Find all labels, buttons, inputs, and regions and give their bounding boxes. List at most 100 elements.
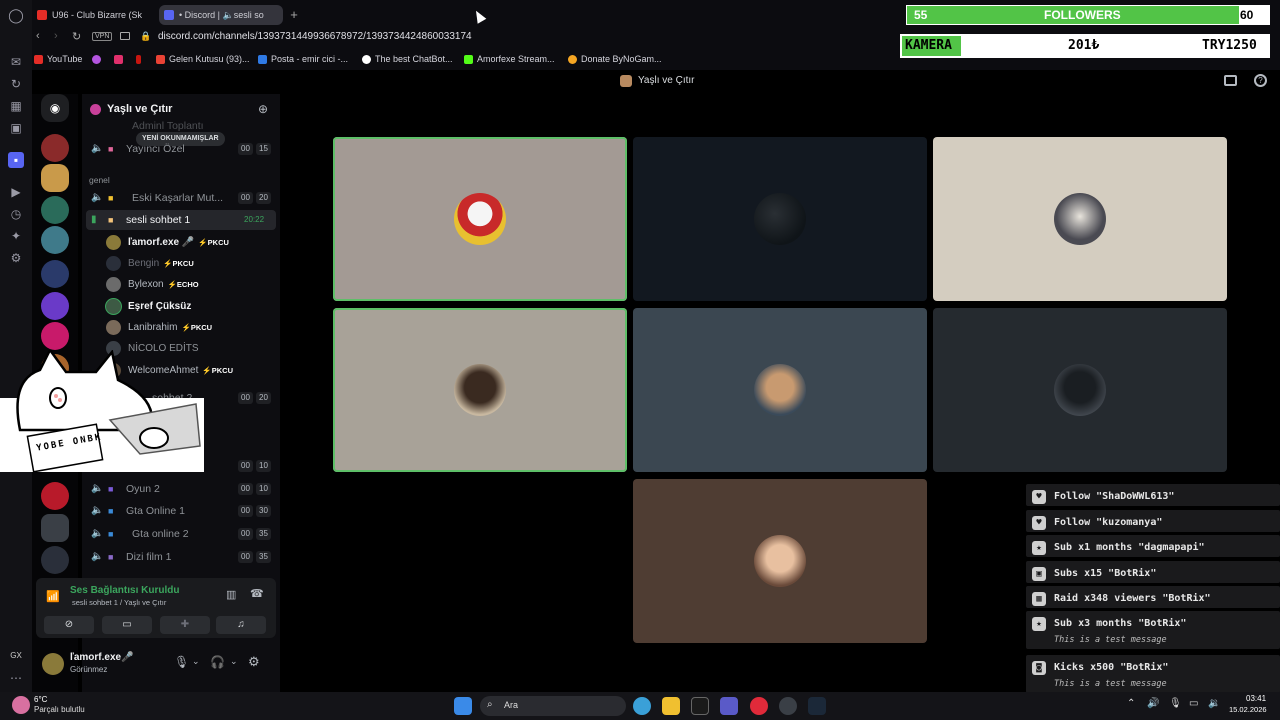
new-tab-button[interactable]: + [286, 5, 302, 25]
steam-overlay-icon[interactable] [779, 697, 797, 715]
tray-expand-icon[interactable]: ⌃ [1127, 698, 1135, 709]
bookmark-chatbot[interactable]: The best ChatBot... [362, 52, 453, 66]
messenger-icon[interactable]: ✉ [8, 54, 24, 70]
camera-off-button[interactable]: ⊘ [44, 616, 94, 634]
voice-tile[interactable] [933, 137, 1227, 301]
discord-rail-icon[interactable]: ▪ [8, 152, 24, 168]
channel-oyun-2[interactable]: 🔈 ■ Oyun 2 00 10 [86, 479, 276, 499]
server-icon-11[interactable] [41, 546, 69, 574]
headphones-icon[interactable]: 🎧 [210, 655, 225, 669]
camera-icon[interactable] [120, 32, 130, 40]
teams-icon[interactable] [720, 697, 738, 715]
channel-eski-kasarlar[interactable]: 🔈 ■ Eski Kaşarlar Mut... 00 20 [86, 188, 276, 208]
participant-avatar [454, 193, 506, 245]
disconnect-icon[interactable]: ☎ [250, 587, 264, 600]
server-icon-9[interactable] [41, 482, 69, 510]
channel-emoji-icon: ■ [108, 529, 114, 539]
voice-tile[interactable] [633, 479, 927, 643]
voice-status[interactable]: Ses Bağlantısı Kuruldu [70, 585, 179, 596]
voice-user[interactable]: Lanibrahim ⚡PKCU [106, 318, 276, 338]
category-genel[interactable]: genel [89, 175, 110, 185]
voice-status-sub[interactable]: sesli sohbet 1 / Yaşlı ve Çıtır [72, 598, 166, 607]
gallery-icon[interactable]: ▦ [8, 98, 24, 114]
voice-user[interactable]: Bengin ⚡PKCU [106, 254, 276, 274]
bookmark-donate[interactable]: Donate ByNoGam... [568, 52, 662, 66]
media-icon[interactable]: ▣ [8, 120, 24, 136]
bookmark-outlook[interactable]: Posta - emir cici -... [258, 52, 348, 66]
tab-youtube[interactable]: U96 - Club Bizarre (Sk [32, 5, 154, 25]
steam-icon[interactable] [808, 697, 826, 715]
channel-name: Gta online 2 [132, 528, 189, 540]
speaker-tray-icon[interactable]: 🔉 [1208, 698, 1220, 709]
tab-discord[interactable]: • Discord | 🔈sesli so [159, 5, 283, 25]
server-icon-5[interactable] [41, 260, 69, 288]
settings-icon[interactable]: ⚙ [8, 250, 24, 266]
weather-icon[interactable] [12, 696, 30, 714]
channel-gta-online-1[interactable]: 🔈 ■ Gta Online 1 00 30 [86, 501, 276, 521]
inbox-icon[interactable] [1224, 75, 1237, 86]
reload-icon[interactable]: ↻ [72, 30, 81, 43]
taskbar-search[interactable]: ⌕ Ara [480, 696, 626, 716]
noise-suppression-icon[interactable]: ▥ [226, 588, 236, 601]
bookmark-gmail[interactable]: Gelen Kutusu (93)... [156, 52, 250, 66]
activities-button[interactable]: ✚ [160, 616, 210, 634]
invite-icon[interactable]: ⊕ [258, 102, 268, 116]
file-explorer-icon[interactable] [662, 697, 680, 715]
clock-time[interactable]: 03:41 [1246, 694, 1266, 703]
weather-temp[interactable]: 6°C [34, 695, 47, 704]
capcut-icon[interactable] [691, 697, 709, 715]
opera-gx-icon[interactable] [750, 697, 768, 715]
server-icon-10[interactable] [41, 514, 69, 542]
url-text[interactable]: discord.com/channels/1393731449936678972… [158, 31, 472, 42]
voice-tile[interactable] [333, 137, 627, 301]
channel-gta-online-2[interactable]: 🔈 ■ Gta online 2 00 35 [86, 524, 276, 544]
edge-icon[interactable] [633, 697, 651, 715]
server-icon-2[interactable] [41, 164, 69, 192]
microphone-icon[interactable]: 🎙 [174, 655, 189, 669]
chevron-down-icon[interactable]: ⌄ [192, 656, 200, 667]
refresh-icon[interactable]: ↻ [8, 76, 24, 92]
speaker-icon: 🔈 [91, 483, 104, 494]
discord-home-icon[interactable]: ◉ [41, 94, 69, 122]
user-settings-icon[interactable]: ⚙ [248, 654, 260, 670]
voice-tile[interactable] [633, 308, 927, 472]
server-icon-3[interactable] [41, 196, 69, 224]
voice-user[interactable]: Eşref Çüksüz [106, 297, 276, 317]
channel-dizi-film-1[interactable]: 🔈 ■ Dizi film 1 00 35 [86, 547, 276, 567]
player-icon[interactable]: ▶ [8, 184, 24, 200]
voice-tile[interactable] [633, 137, 927, 301]
server-icon-1[interactable] [41, 134, 69, 162]
history-icon[interactable]: ◷ [8, 206, 24, 222]
vpn-badge[interactable]: VPN [92, 32, 113, 41]
soundboard-button[interactable]: ♫ [216, 616, 266, 634]
speaker-icon: 🔈 [91, 143, 104, 154]
opera-logo-icon[interactable]: ◯ [8, 7, 24, 23]
bookmark-kick[interactable]: Amorfexe Stream... [464, 52, 555, 66]
bookmark-youtube[interactable]: YouTube [34, 52, 82, 66]
more-icon[interactable]: ⋯ [8, 670, 24, 686]
windows-start-icon[interactable] [454, 697, 472, 715]
voice-user[interactable]: ľamorf.exe 🎤 ⚡PKCU [106, 233, 276, 253]
volume-icon[interactable]: 🔊 [1147, 698, 1159, 709]
self-name[interactable]: ľamorf.exe🎤 [70, 652, 134, 663]
back-icon[interactable]: ‹ [36, 30, 40, 42]
voice-user[interactable]: Bylexon ⚡ECHO [106, 275, 276, 295]
network-icon[interactable]: ▭ [1189, 698, 1198, 709]
self-avatar[interactable] [42, 653, 64, 675]
help-icon[interactable]: ? [1254, 74, 1267, 87]
weather-desc[interactable]: Parçalı bulutlu [34, 705, 85, 714]
clock-date[interactable]: 15.02.2026 [1229, 705, 1267, 714]
server-icon [620, 75, 632, 87]
chevron-down-icon[interactable]: ⌄ [230, 656, 238, 667]
server-icon-6[interactable] [41, 292, 69, 320]
voice-tile[interactable] [933, 308, 1227, 472]
voice-tile[interactable] [333, 308, 627, 472]
mic-tray-icon[interactable]: 🎙 [1169, 698, 1182, 709]
server-icon-4[interactable] [41, 226, 69, 254]
extensions-icon[interactable]: ✦ [8, 228, 24, 244]
channel-sesli-sohbet-1[interactable]: ▮ ■ sesli sohbet 1 20:22 [86, 210, 276, 230]
forward-icon[interactable]: › [54, 30, 58, 42]
channel-yayinci-ozel[interactable]: 🔈 ■ Yayıncı Özel 00 15 [86, 139, 276, 159]
server-icon-7[interactable] [41, 322, 69, 350]
screen-share-button[interactable]: ▭ [102, 616, 152, 634]
